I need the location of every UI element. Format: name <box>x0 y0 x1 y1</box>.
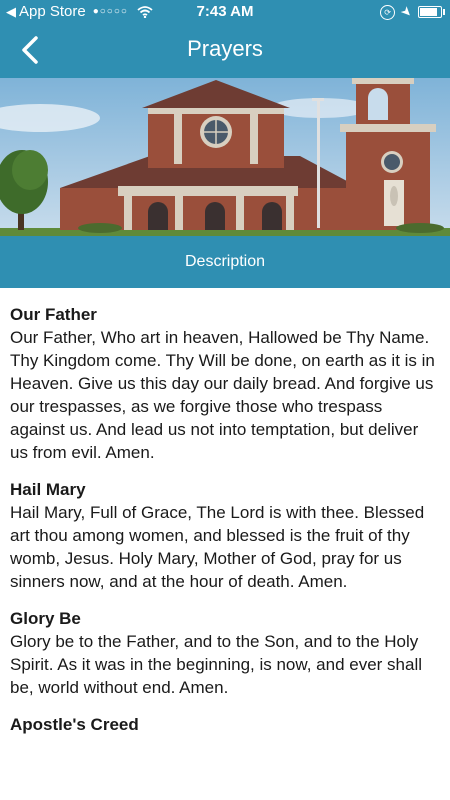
prayers-list: Our Father Our Father, Who art in heaven… <box>10 303 440 750</box>
app-header: ◀ App Store ●○○○○ 7:43 AM ⟳ ➤ Prayers <box>0 0 450 78</box>
prayer-item: Apostle's Creed <box>10 713 440 736</box>
page-title: Prayers <box>187 36 263 61</box>
status-right: ⟳ ➤ <box>380 2 445 21</box>
prayer-item: Hail Mary Hail Mary, Full of Grace, The … <box>10 478 440 593</box>
prayer-title: Hail Mary <box>10 480 86 499</box>
prayer-item: Our Father Our Father, Who art in heaven… <box>10 303 440 464</box>
prayer-text: Glory be to the Father, and to the Son, … <box>10 632 423 697</box>
prayer-title: Glory Be <box>10 609 81 628</box>
description-button[interactable]: Description <box>0 236 450 288</box>
prayer-title: Apostle's Creed <box>10 715 139 734</box>
prayer-item: Glory Be Glory be to the Father, and to … <box>10 607 440 699</box>
church-photo <box>0 78 450 236</box>
church-image <box>0 78 450 236</box>
orientation-lock-icon: ⟳ <box>380 4 396 20</box>
status-bar: ◀ App Store ●○○○○ 7:43 AM ⟳ ➤ <box>0 0 450 24</box>
location-icon: ➤ <box>397 2 417 21</box>
prayer-text: Hail Mary, Full of Grace, The Lord is wi… <box>10 503 425 591</box>
battery-icon <box>418 6 445 18</box>
prayer-title: Our Father <box>10 305 97 324</box>
prayer-text: Our Father, Who art in heaven, Hallowed … <box>10 328 435 462</box>
battery-level <box>420 8 437 16</box>
